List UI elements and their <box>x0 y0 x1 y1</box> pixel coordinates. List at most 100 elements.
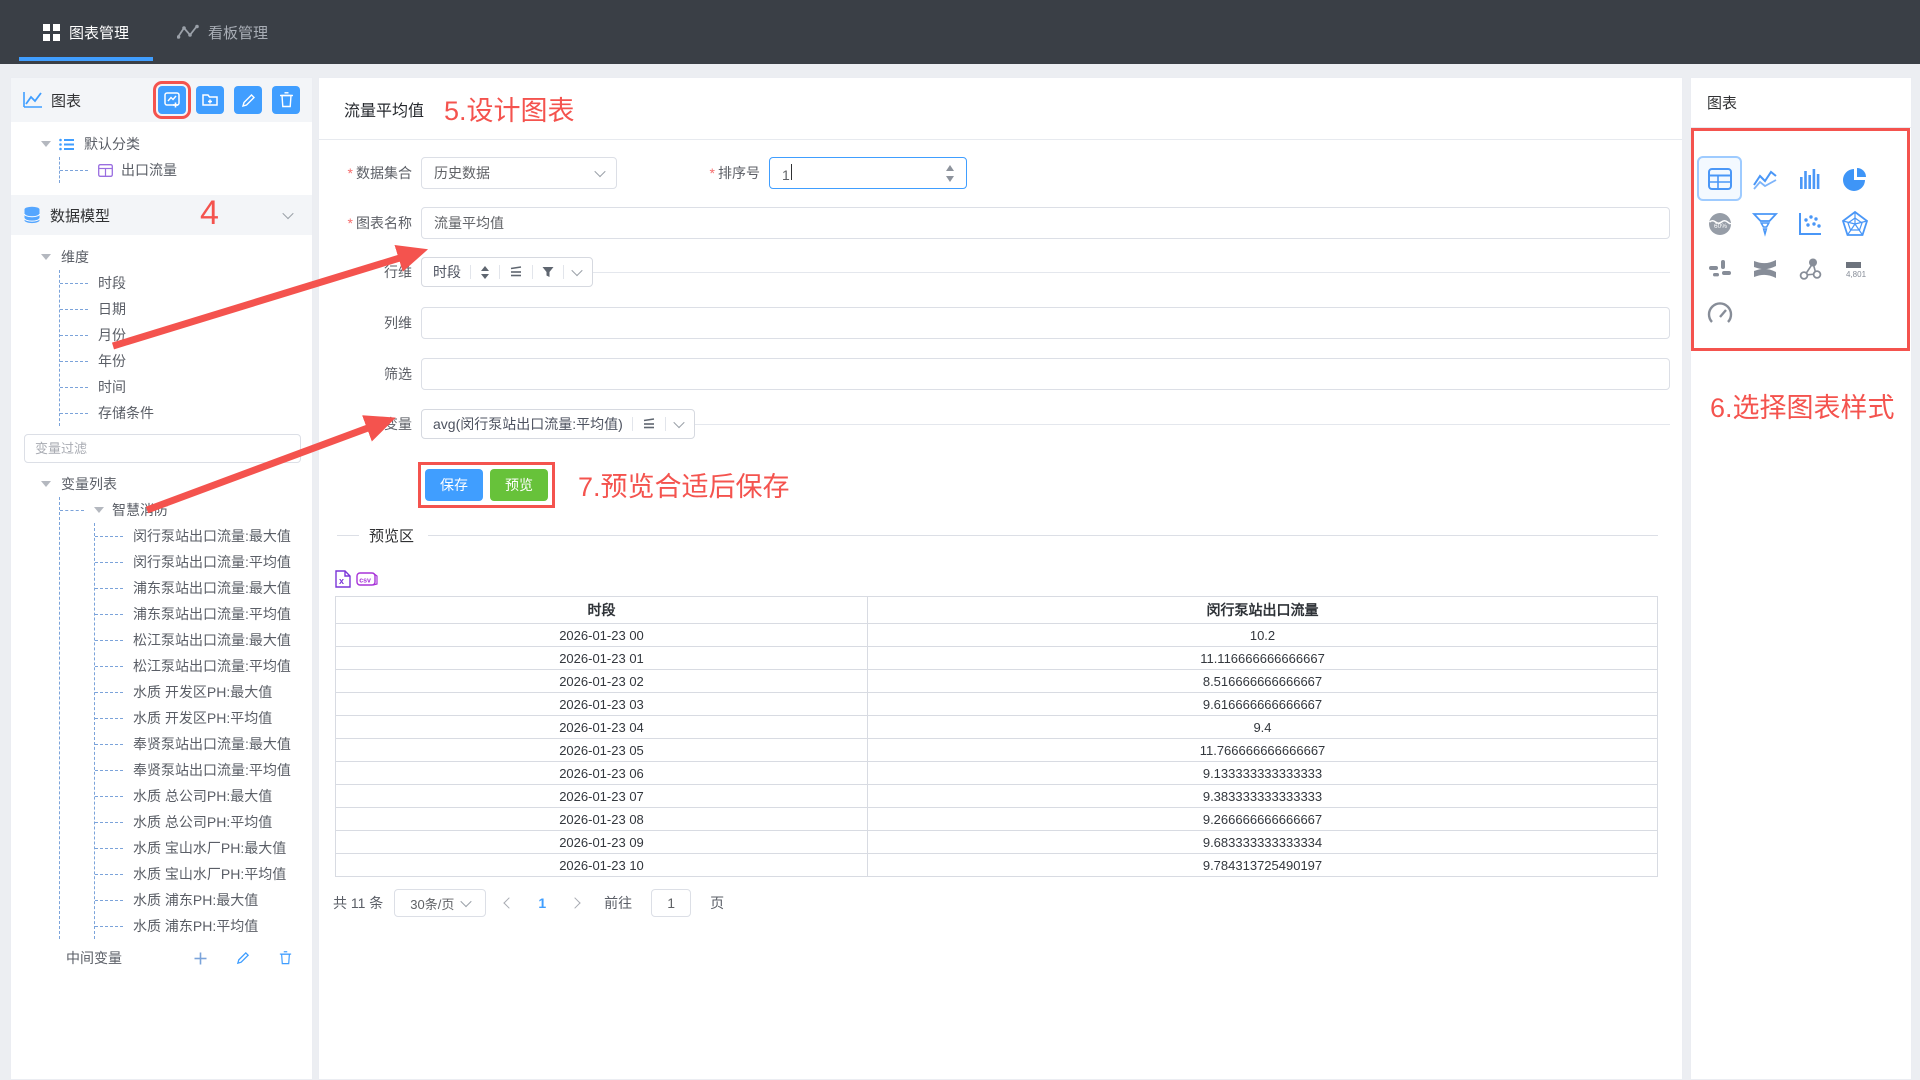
edit-button[interactable] <box>234 86 262 114</box>
tree-node-variable-group[interactable]: 智慧消防 <box>60 497 312 523</box>
tree-node-variable[interactable]: 奉贤泵站出口流量:最大值 <box>95 731 312 757</box>
order-number-input[interactable]: 1 <box>769 157 967 189</box>
prev-page-icon[interactable] <box>504 897 515 908</box>
tree-node-variable-list[interactable]: 变量列表 <box>11 471 312 497</box>
export-csv-icon[interactable]: csv <box>356 571 378 587</box>
aggregate-lines-icon[interactable] <box>642 418 656 430</box>
tree-node-label: 日期 <box>98 299 126 319</box>
style-line-chart[interactable] <box>1742 156 1787 201</box>
caret-down-icon[interactable] <box>41 254 51 260</box>
tree-node-label: 松江泵站出口流量:最大值 <box>133 630 291 650</box>
style-table-chart[interactable] <box>1697 156 1742 201</box>
filter-label: 筛选 <box>319 364 421 384</box>
caret-down-icon[interactable] <box>41 141 51 147</box>
speedometer-icon <box>1706 300 1734 328</box>
style-bar-chart[interactable] <box>1787 156 1832 201</box>
trash-icon[interactable] <box>279 951 292 965</box>
tree-node-chart-item[interactable]: 出口流量 <box>60 157 312 183</box>
chevron-down-icon[interactable] <box>571 265 582 276</box>
tree-node-variable[interactable]: 水质 浦东PH:最大值 <box>95 887 312 913</box>
caret-down-icon[interactable] <box>94 507 104 513</box>
chevron-down-icon[interactable] <box>282 208 293 219</box>
chart-name-value: 流量平均值 <box>434 213 504 233</box>
style-speedometer[interactable] <box>1697 291 1742 336</box>
row-dimension-field[interactable]: 时段 <box>421 257 1670 287</box>
goto-page-input[interactable] <box>651 889 691 917</box>
annotation-step5: 5.设计图表 <box>444 89 575 128</box>
tree-node-default-category[interactable]: 默认分类 <box>11 131 312 157</box>
export-excel-icon[interactable]: x <box>335 570 351 588</box>
style-liquid-gauge[interactable]: 60% <box>1697 201 1742 246</box>
tree-node-variable[interactable]: 水质 总公司PH:最大值 <box>95 783 312 809</box>
next-page-icon[interactable] <box>569 897 580 908</box>
tree-node-label: 松江泵站出口流量:平均值 <box>133 656 291 676</box>
aggregate-lines-icon[interactable] <box>509 266 523 278</box>
style-sankey[interactable] <box>1742 246 1787 291</box>
tree-node-variable[interactable]: 松江泵站出口流量:最大值 <box>95 627 312 653</box>
tree-node-dimension[interactable]: 年份 <box>60 348 312 374</box>
tree-node-variable[interactable]: 水质 浦东PH:平均值 <box>95 913 312 939</box>
number-stepper[interactable] <box>946 165 954 182</box>
data-model-section-header[interactable]: 数据模型 <box>11 195 312 235</box>
tree-node-variable[interactable]: 水质 开发区PH:最大值 <box>95 679 312 705</box>
bar-chart-icon <box>1796 165 1824 193</box>
style-treemap[interactable] <box>1697 246 1742 291</box>
preview-button[interactable]: 预览 <box>490 469 548 501</box>
tree-node-dimension[interactable]: 存储条件 <box>60 400 312 426</box>
tree-node-dimension[interactable]: 月份 <box>60 322 312 348</box>
tree-node-variable[interactable]: 浦东泵站出口流量:最大值 <box>95 575 312 601</box>
chevron-down-icon[interactable] <box>673 417 684 428</box>
variable-field[interactable]: avg(闵行泵站出口流量:平均值) <box>421 409 1670 439</box>
variable-filter-input[interactable] <box>24 434 301 463</box>
plus-icon[interactable] <box>194 952 207 965</box>
sort-updown-icon[interactable] <box>480 266 490 279</box>
variable-tag[interactable]: avg(闵行泵站出口流量:平均值) <box>421 409 695 439</box>
add-folder-button[interactable] <box>196 86 224 114</box>
dataset-select[interactable]: 历史数据 <box>421 157 617 189</box>
tree-node-dimension[interactable]: 时间 <box>60 374 312 400</box>
style-number-card[interactable]: 4,801 <box>1832 246 1877 291</box>
cell-period: 2026-01-23 03 <box>336 693 868 716</box>
tree-node-variable[interactable]: 闵行泵站出口流量:最大值 <box>95 523 312 549</box>
treemap-icon <box>1706 255 1734 283</box>
chart-name-input[interactable]: 流量平均值 <box>421 207 1670 239</box>
export-toolbar: x csv <box>335 570 1670 588</box>
style-funnel-chart[interactable] <box>1742 201 1787 246</box>
table-row: 2026-01-23 089.266666666666667 <box>336 808 1658 831</box>
tree-node-label: 闵行泵站出口流量:平均值 <box>133 552 291 572</box>
page-number[interactable]: 1 <box>538 895 546 911</box>
tree-node-variable[interactable]: 水质 宝山水厂PH:平均值 <box>95 861 312 887</box>
col-dimension-field[interactable] <box>421 307 1670 339</box>
caret-down-icon[interactable] <box>41 481 51 487</box>
filter-funnel-icon[interactable] <box>542 266 554 278</box>
pencil-icon[interactable] <box>236 951 250 965</box>
filter-field[interactable] <box>421 358 1670 390</box>
stepper-down-icon[interactable] <box>946 176 954 182</box>
page-size-select[interactable]: 30条/页 <box>394 889 486 917</box>
tree-node-variable[interactable]: 浦东泵站出口流量:平均值 <box>95 601 312 627</box>
delete-button[interactable] <box>272 86 300 114</box>
tree-node-variable[interactable]: 松江泵站出口流量:平均值 <box>95 653 312 679</box>
tree-node-variable[interactable]: 奉贤泵站出口流量:平均值 <box>95 757 312 783</box>
tree-node-variable[interactable]: 水质 开发区PH:平均值 <box>95 705 312 731</box>
col-header-period: 时段 <box>336 597 868 624</box>
style-radar-chart[interactable] <box>1832 201 1877 246</box>
add-chart-button[interactable] <box>158 86 186 114</box>
style-relation-graph[interactable] <box>1787 246 1832 291</box>
tree-node-dimensions[interactable]: 维度 <box>11 244 312 270</box>
tree-node-variable[interactable]: 水质 总公司PH:平均值 <box>95 809 312 835</box>
tree-node-variable[interactable]: 闵行泵站出口流量:平均值 <box>95 549 312 575</box>
save-button[interactable]: 保存 <box>425 469 483 501</box>
stepper-up-icon[interactable] <box>946 165 954 171</box>
tab-board-management[interactable]: 看板管理 <box>153 0 292 64</box>
row-dimension-tag[interactable]: 时段 <box>421 257 593 287</box>
tree-node-dimension[interactable]: 日期 <box>60 296 312 322</box>
table-chart-icon <box>1706 165 1734 193</box>
tree-node-dimension[interactable]: 时段 <box>60 270 312 296</box>
style-pie-chart[interactable] <box>1832 156 1877 201</box>
tree-node-variable[interactable]: 水质 宝山水厂PH:最大值 <box>95 835 312 861</box>
chart-panel-title: 图表 <box>51 90 81 111</box>
tab-chart-management[interactable]: 图表管理 <box>19 0 153 64</box>
style-scatter-chart[interactable] <box>1787 201 1832 246</box>
variable-dropline <box>695 424 1670 425</box>
